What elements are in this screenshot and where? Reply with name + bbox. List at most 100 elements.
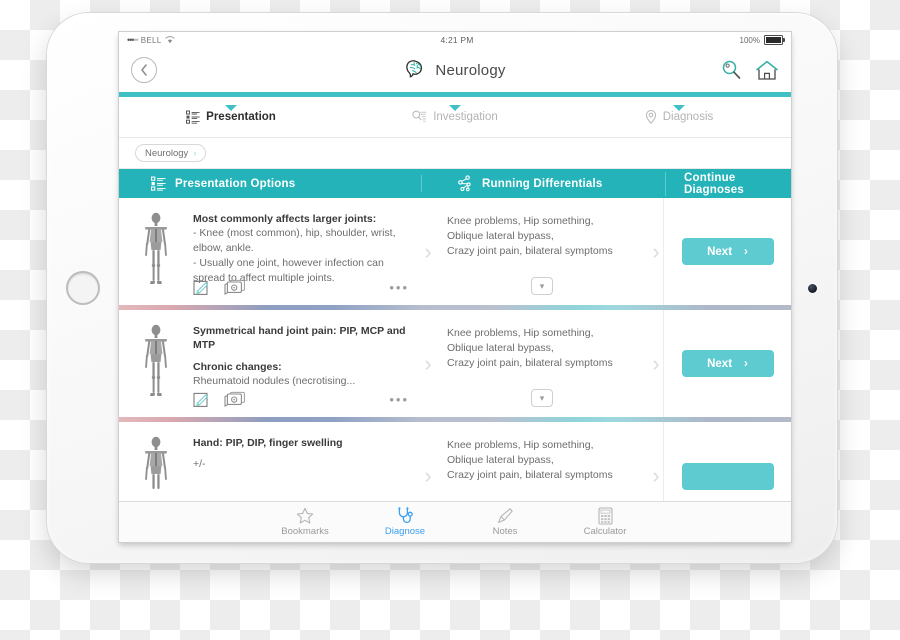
tab-label: Investigation [433,111,498,123]
column-header-presentation-options: Presentation Options [119,176,421,191]
photo-camera-icon[interactable] [224,279,246,296]
ellipsis-icon[interactable]: ••• [389,393,409,406]
column-divider-chevron: › [424,238,432,264]
bottom-tab-bar: Bookmarks Diagnose Notes Calculator [119,501,791,542]
molecule-icon [456,175,473,192]
running-differentials-cell: Knee problems, Hip something, Oblique la… [435,198,649,305]
tab-caret [673,105,685,111]
bottom-tab-label: Bookmarks [281,526,329,537]
differential-line: Crazy joint pain, bilateral symptoms [447,469,613,482]
differential-line: Oblique lateral bypass, [447,454,554,467]
column-divider-chevron: › [424,350,432,376]
column-header-continue-diagnoses: Continue Diagnoses [665,171,791,196]
bottom-tab-label: Diagnose [384,526,426,537]
star-icon [296,507,314,525]
status-bar-left: ••••• BELL [127,35,175,45]
breadcrumb: Neurology › [119,138,791,169]
chevron-right-icon: › [744,357,748,370]
pen-icon [496,507,514,525]
column-header-bar: Presentation Options Running Differentia… [119,169,791,198]
column-header-running-differentials: Running Differentials [421,175,665,192]
checklist-icon [151,176,166,191]
battery-percent: 100% [739,35,760,45]
differential-line: Crazy joint pain, bilateral symptoms [447,357,613,370]
back-button[interactable] [131,57,157,83]
status-bar: ••••• BELL 4:21 PM 100% [119,32,791,48]
column-divider-chevron: › [652,238,660,264]
brain-icon [404,59,428,81]
stage-tabs: Presentation Investigation Diagnosis [119,97,791,138]
breadcrumb-item-neurology[interactable]: Neurology › [135,144,207,162]
photo-camera-icon[interactable] [224,391,246,408]
tab-label: Presentation [206,111,276,123]
device-home-button[interactable] [66,271,100,305]
device-camera [808,284,817,293]
chevron-down-icon[interactable]: ▾ [531,277,553,295]
tab-investigation[interactable]: Investigation [343,105,567,124]
calculator-icon [597,507,613,525]
tab-diagnosis[interactable]: Diagnosis [567,105,791,124]
differential-line: Crazy joint pain, bilateral symptoms [447,245,613,258]
list-item[interactable]: Most commonly affects larger joints: - K… [119,198,791,305]
bottom-tab-notes[interactable]: Notes [472,507,538,537]
page-title: Neurology [435,61,506,79]
edit-note-icon[interactable] [193,391,210,408]
breadcrumb-label: Neurology [145,147,189,159]
differential-line: Knee problems, Hip something, [447,327,594,339]
option-title: Hand: PIP, DIP, finger swelling [193,437,343,449]
column-header-label: Running Differentials [482,177,603,190]
option-title: Most commonly affects larger joints: [193,213,377,225]
next-button[interactable] [681,462,774,490]
chevron-right-icon: › [744,245,748,258]
continue-diagnoses-cell: Next › [663,198,791,305]
presentation-list[interactable]: Most commonly affects larger joints: - K… [119,198,791,542]
edit-note-icon[interactable] [193,279,210,296]
ellipsis-icon[interactable]: ••• [389,281,409,294]
status-bar-time: 4:21 PM [440,35,474,45]
app-navbar: Neurology [119,48,791,92]
bottom-tab-calculator[interactable]: Calculator [572,507,638,537]
option-subtitle: Chronic changes: [193,360,282,373]
location-pin-icon [645,110,657,124]
magnifier-list-icon [412,110,427,124]
option-body-line: +/- [193,458,206,471]
bottom-tab-label: Calculator [583,526,627,537]
next-button[interactable]: Next › [681,350,774,377]
option-body-line: Rheumatoid nodules (necrotising... [193,375,356,388]
presentation-option-text: Most commonly affects larger joints: - K… [193,198,421,305]
option-actions [193,391,246,408]
skeleton-icon [119,198,193,305]
bottom-tab-label: Notes [492,526,518,537]
search-icon[interactable] [720,59,742,81]
continue-diagnoses-cell: Next › [663,310,791,417]
next-button[interactable]: Next › [681,238,774,265]
tab-caret [449,105,461,111]
skeleton-icon [119,310,193,417]
column-divider-chevron: › [652,350,660,376]
option-body-line: - Knee (most common), hip, shoulder, wri… [193,227,396,255]
chevron-right-icon: › [193,148,197,158]
app-screen: ••••• BELL 4:21 PM 100% Neurology Presen… [119,32,791,542]
bottom-tab-bookmarks[interactable]: Bookmarks [272,507,338,537]
navbar-title-group: Neurology [119,59,791,81]
next-button-label: Next [707,245,733,258]
column-header-label: Presentation Options [175,177,296,190]
differential-line: Knee problems, Hip something, [447,215,594,227]
differential-line: Knee problems, Hip something, [447,439,594,451]
wifi-icon [164,36,175,44]
home-icon[interactable] [755,60,779,81]
bottom-tab-diagnose[interactable]: Diagnose [372,507,438,537]
option-title: Symmetrical hand joint pain: PIP, MCP an… [193,325,406,352]
tab-label: Diagnosis [662,111,714,123]
active-tab-caret [225,105,237,111]
stethoscope-icon [396,507,414,525]
navbar-actions [720,59,779,81]
differential-line: Oblique lateral bypass, [447,230,554,243]
list-item[interactable]: Symmetrical hand joint pain: PIP, MCP an… [119,310,791,417]
next-button-label: Next [707,357,733,370]
differential-line: Oblique lateral bypass, [447,342,554,355]
carrier-name: BELL [140,35,162,45]
chevron-down-icon[interactable]: ▾ [531,389,553,407]
status-bar-right: 100% [739,35,785,45]
tab-presentation[interactable]: Presentation [119,105,343,124]
